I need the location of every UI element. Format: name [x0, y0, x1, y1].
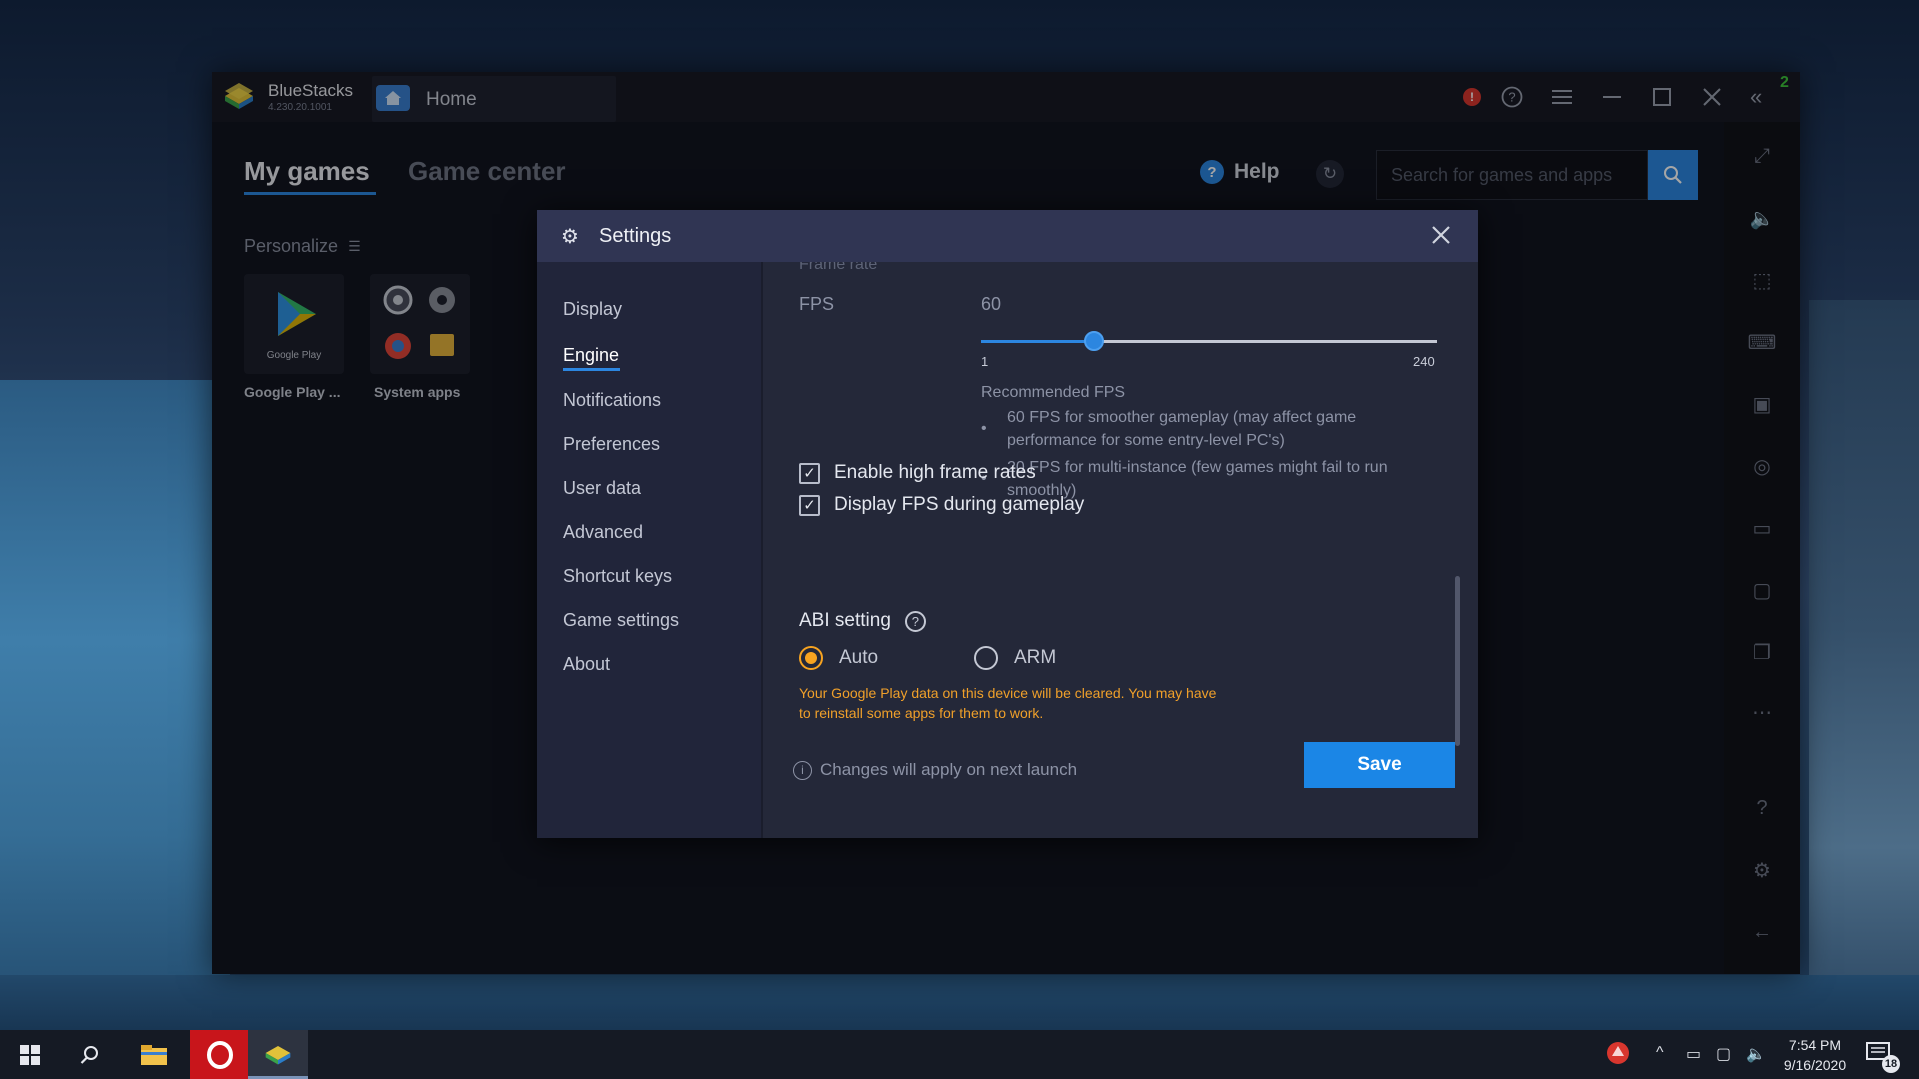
menu-item-display[interactable]: Display: [563, 299, 622, 320]
recommended-fps-list: • 60 FPS for smoother gameplay (may affec…: [981, 406, 1401, 502]
search-icon: [80, 1045, 98, 1064]
radio-selected-icon: [799, 646, 823, 670]
opera-icon: [207, 1040, 233, 1069]
battery-icon[interactable]: ▭: [1686, 1044, 1701, 1064]
radio-unselected-icon: [974, 646, 998, 670]
fps-slider-fill: [981, 340, 1094, 343]
menu-item-user-data[interactable]: User data: [563, 478, 641, 499]
clock-time: 7:54 PM: [1788, 1037, 1842, 1053]
abi-setting-title: ABI setting: [799, 610, 891, 631]
fps-label: FPS: [799, 294, 835, 314]
recommended-fps-title: Recommended FPS: [981, 384, 1126, 401]
speaker-icon[interactable]: 🔈: [1746, 1044, 1766, 1064]
abi-setting-heading: ABI setting ?: [799, 610, 926, 632]
checkbox-label: Enable high frame rates: [834, 462, 1036, 483]
menu-item-engine[interactable]: Engine: [563, 345, 619, 366]
abi-help-icon[interactable]: ?: [904, 610, 926, 632]
settings-menu: Display Engine Notifications Preferences…: [537, 262, 763, 838]
settings-scrollbar[interactable]: [1455, 576, 1460, 746]
taskbar-search-button[interactable]: [60, 1030, 120, 1079]
close-icon: [1432, 226, 1450, 244]
menu-item-game-settings[interactable]: Game settings: [563, 610, 679, 631]
checkbox-label: Display FPS during gameplay: [834, 494, 1085, 515]
checkbox-checked-icon: ✓: [799, 494, 820, 516]
windows-start-icon: [20, 1044, 40, 1065]
antivirus-tray-icon[interactable]: [1606, 1041, 1630, 1070]
notification-count-badge: 18: [1882, 1055, 1900, 1073]
enable-high-frame-rates-checkbox[interactable]: ✓ Enable high frame rates: [799, 462, 1036, 484]
section-heading-frame-rate: Frame rate: [799, 262, 878, 273]
start-button[interactable]: [0, 1030, 60, 1079]
info-icon: i: [793, 760, 812, 780]
desktop-wallpaper-right: [1809, 300, 1919, 1030]
abi-option-auto[interactable]: Auto: [799, 646, 878, 670]
system-clock[interactable]: 7:54 PM 9/16/2020: [1770, 1035, 1860, 1075]
settings-header: ⚙ Settings: [537, 210, 1478, 262]
desktop-wallpaper-bottom: [0, 975, 1919, 1030]
fps-slider[interactable]: [981, 331, 1437, 351]
radio-label: Auto: [839, 647, 879, 668]
close-settings-button[interactable]: [1426, 220, 1456, 250]
settings-content: Frame rate FPS 60 1 240 Recommended FPS …: [763, 262, 1478, 838]
display-fps-checkbox[interactable]: ✓ Display FPS during gameplay: [799, 494, 1084, 516]
menu-active-underline: [563, 368, 620, 371]
fps-value: 60: [981, 294, 1002, 314]
fps-slider-thumb[interactable]: [1084, 331, 1104, 351]
file-explorer-button[interactable]: [124, 1030, 184, 1079]
opera-browser-button[interactable]: [190, 1030, 250, 1079]
menu-item-advanced[interactable]: Advanced: [563, 522, 643, 543]
clock-date: 9/16/2020: [1783, 1057, 1847, 1073]
settings-title: Settings: [599, 225, 672, 247]
list-item: • 60 FPS for smoother gameplay (may affec…: [981, 409, 1357, 449]
abi-warning-text: Your Google Play data on this device wil…: [799, 685, 1217, 721]
network-icon[interactable]: ▢: [1716, 1044, 1731, 1064]
fps-slider-max: 240: [1413, 354, 1435, 369]
menu-item-shortcut-keys[interactable]: Shortcut keys: [563, 566, 672, 587]
abi-option-arm[interactable]: ARM: [974, 646, 1056, 670]
menu-item-notifications[interactable]: Notifications: [563, 390, 661, 411]
changes-note-text: Changes will apply on next launch: [820, 760, 1078, 779]
menu-item-preferences[interactable]: Preferences: [563, 434, 660, 455]
fps-slider-min: 1: [981, 354, 989, 369]
checkbox-checked-icon: ✓: [799, 462, 820, 484]
menu-item-about[interactable]: About: [563, 654, 610, 675]
bluestacks-logo-icon: [265, 1045, 291, 1065]
desktop-wallpaper-left: [0, 380, 230, 1030]
bluestacks-taskbar-button[interactable]: [248, 1030, 308, 1079]
settings-dialog: ⚙ Settings Display Engine Notifications …: [537, 210, 1478, 838]
radio-label: ARM: [1014, 647, 1057, 668]
save-button[interactable]: Save: [1304, 742, 1455, 788]
windows-taskbar: ^ ▭ ▢ 🔈 7:54 PM 9/16/2020 18: [0, 1030, 1919, 1079]
chevron-up-icon[interactable]: ^: [1656, 1044, 1664, 1062]
gear-icon: ⚙: [561, 226, 579, 248]
folder-icon: [141, 1044, 167, 1065]
changes-note: i Changes will apply on next launch: [793, 760, 1077, 780]
